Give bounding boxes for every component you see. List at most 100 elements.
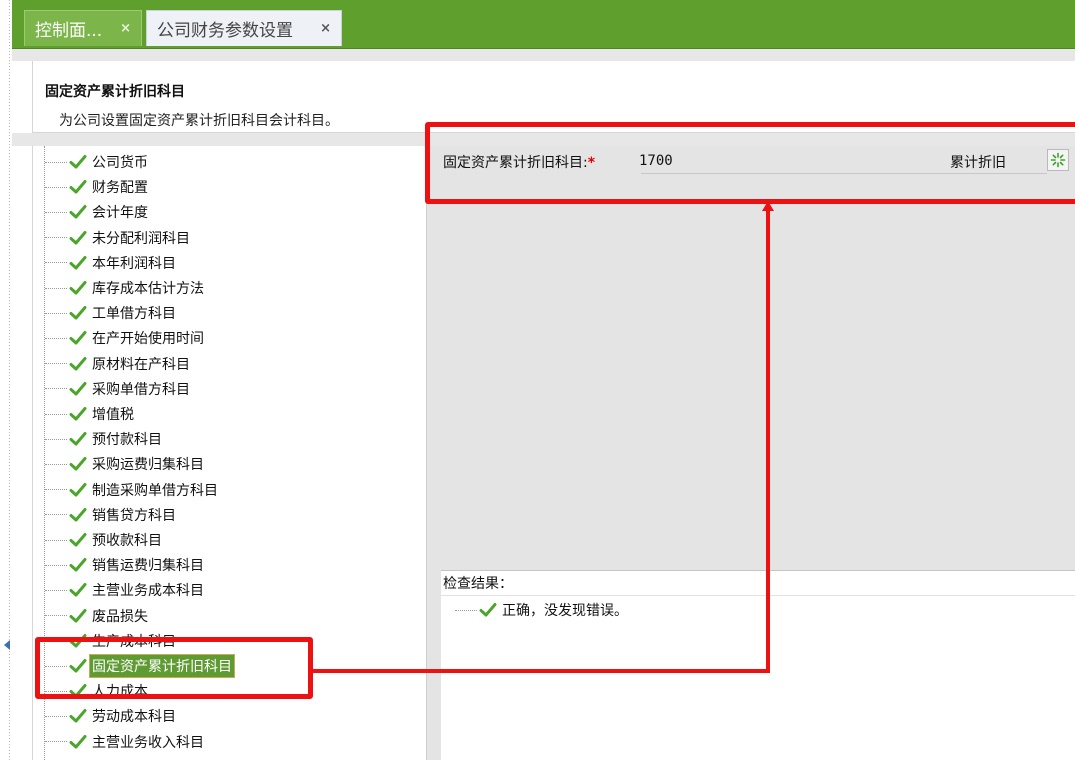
- tree-item[interactable]: 制造采购单借方科目: [33, 478, 220, 502]
- tree-item-label: 本年利润科目: [92, 255, 176, 272]
- check-icon: [69, 407, 87, 421]
- tree-connector: [45, 237, 67, 239]
- check-icon: [69, 381, 87, 396]
- tree-item-label: 销售运费归集科目: [92, 558, 204, 575]
- tree-item-label: 原材料在产科目: [92, 356, 190, 373]
- tree-item-label: 劳动成本科目: [92, 709, 176, 726]
- check-icon: [69, 507, 87, 522]
- tree-connector: [45, 741, 67, 743]
- tree-item[interactable]: 库存成本估计方法: [33, 276, 206, 300]
- tree-item[interactable]: 财务配置: [33, 175, 150, 199]
- tree-item[interactable]: 预付款科目: [33, 427, 164, 451]
- annotation-box-tree-item: [35, 637, 313, 699]
- check-icon: [69, 734, 87, 749]
- tree-connector: [45, 287, 67, 289]
- tree-item-label: 采购单借方科目: [92, 381, 190, 398]
- tree-item[interactable]: 增值税: [33, 402, 136, 426]
- tree-connector: [45, 211, 67, 213]
- check-result-panel: 检查结果： 正确，没发现错误。: [441, 570, 1075, 761]
- check-icon: [69, 558, 87, 572]
- tree-item[interactable]: 预收款科目: [33, 528, 164, 552]
- check-icon: [69, 457, 87, 471]
- check-icon: [69, 230, 87, 245]
- tree-item-label: 预收款科目: [92, 533, 162, 549]
- divider: [441, 595, 1075, 596]
- tree-item[interactable]: 未分配利润科目: [33, 226, 192, 250]
- tree-item[interactable]: 会计年度: [33, 200, 150, 224]
- tree-item[interactable]: 公司货币: [33, 150, 150, 174]
- page-description: 为公司设置固定资产累计折旧科目会计科目。: [59, 113, 339, 129]
- check-icon: [69, 331, 87, 345]
- tree-item[interactable]: 主营业务成本科目: [33, 578, 206, 602]
- tree-item-label: 会计年度: [92, 205, 148, 222]
- tree-item-label: 增值税: [92, 407, 134, 423]
- tree-connector: [45, 438, 67, 440]
- tree-item[interactable]: 废品损失: [33, 604, 150, 628]
- check-icon: [69, 255, 87, 270]
- tree-connector: [45, 539, 67, 541]
- tree-item[interactable]: 销售运费归集科目: [33, 553, 206, 577]
- tree-item[interactable]: 劳动成本科目: [33, 704, 178, 728]
- tree-item[interactable]: 工单借方科目: [33, 301, 178, 325]
- tab-label: 控制面...: [35, 21, 103, 41]
- check-result-message: 正确，没发现错误。: [502, 603, 628, 619]
- tree-connector: [45, 413, 67, 415]
- close-icon[interactable]: ×: [320, 21, 331, 36]
- collapse-sidebar-icon[interactable]: [4, 640, 10, 650]
- tab-finance-settings[interactable]: 公司财务参数设置 ×: [146, 10, 342, 46]
- tree-connector: [45, 186, 67, 188]
- annotation-connector: [313, 669, 770, 673]
- tree-item[interactable]: 主营业务收入科目: [33, 730, 206, 754]
- check-icon: [69, 608, 87, 623]
- tab-label: 公司财务参数设置: [157, 21, 293, 41]
- check-icon: [69, 583, 87, 597]
- tree-item-label: 主营业务收入科目: [92, 734, 204, 751]
- check-icon: [69, 356, 87, 371]
- tree-connector: [45, 363, 67, 365]
- check-icon: [69, 482, 87, 497]
- tree-connector: [455, 609, 477, 611]
- tree-connector: [45, 514, 67, 516]
- annotation-connector: [766, 210, 770, 673]
- check-icon: [69, 306, 87, 320]
- tree-item[interactable]: 原材料在产科目: [33, 352, 192, 376]
- tree-connector: [45, 262, 67, 264]
- tree-connector: [45, 337, 67, 339]
- check-icon: [69, 155, 87, 169]
- check-icon: [69, 180, 87, 194]
- tree-item-label: 主营业务成本科目: [92, 583, 204, 600]
- check-icon: [69, 432, 87, 446]
- tree-connector: [45, 489, 67, 491]
- check-icon: [69, 205, 87, 219]
- check-result-item: 正确，没发现错误。: [455, 599, 630, 621]
- check-icon: [69, 281, 87, 295]
- check-result-title: 检查结果：: [443, 576, 513, 592]
- page-title: 固定资产累计折旧科目: [45, 84, 185, 100]
- tree-item[interactable]: 采购单借方科目: [33, 377, 192, 401]
- tree-connector: [45, 564, 67, 566]
- tree-item-label: 在产开始使用时间: [92, 331, 204, 348]
- tree-item[interactable]: 在产开始使用时间: [33, 326, 206, 350]
- tree-item-label: 工单借方科目: [92, 306, 176, 323]
- tree-item-label: 未分配利润科目: [92, 230, 190, 247]
- tree-item-label: 公司货币: [92, 155, 148, 171]
- close-icon[interactable]: ×: [120, 21, 131, 36]
- tree-connector: [45, 463, 67, 465]
- tree-item-label: 预付款科目: [92, 432, 162, 449]
- tree-item[interactable]: 采购运费归集科目: [33, 452, 206, 476]
- tab-bar: 控制面... × 公司财务参数设置 ×: [12, 0, 1075, 49]
- tree-item-label: 废品损失: [92, 608, 148, 625]
- tree-item-label: 采购运费归集科目: [92, 457, 204, 474]
- separator: [12, 49, 1075, 61]
- tab-control-panel[interactable]: 控制面... ×: [24, 10, 142, 46]
- detail-pane: 固定资产累计折旧科目:* 累计折旧 检查结果：: [427, 146, 1075, 761]
- tree-item[interactable]: 销售贷方科目: [33, 503, 178, 527]
- tree-connector: [45, 312, 67, 314]
- check-icon: [69, 709, 87, 723]
- tree-item-label: 销售贷方科目: [92, 507, 176, 524]
- check-icon: [69, 533, 87, 547]
- tree-item[interactable]: 本年利润科目: [33, 251, 178, 275]
- tree-connector: [45, 715, 67, 717]
- tree-item-label: 库存成本估计方法: [92, 281, 204, 297]
- annotation-arrow: [762, 201, 774, 211]
